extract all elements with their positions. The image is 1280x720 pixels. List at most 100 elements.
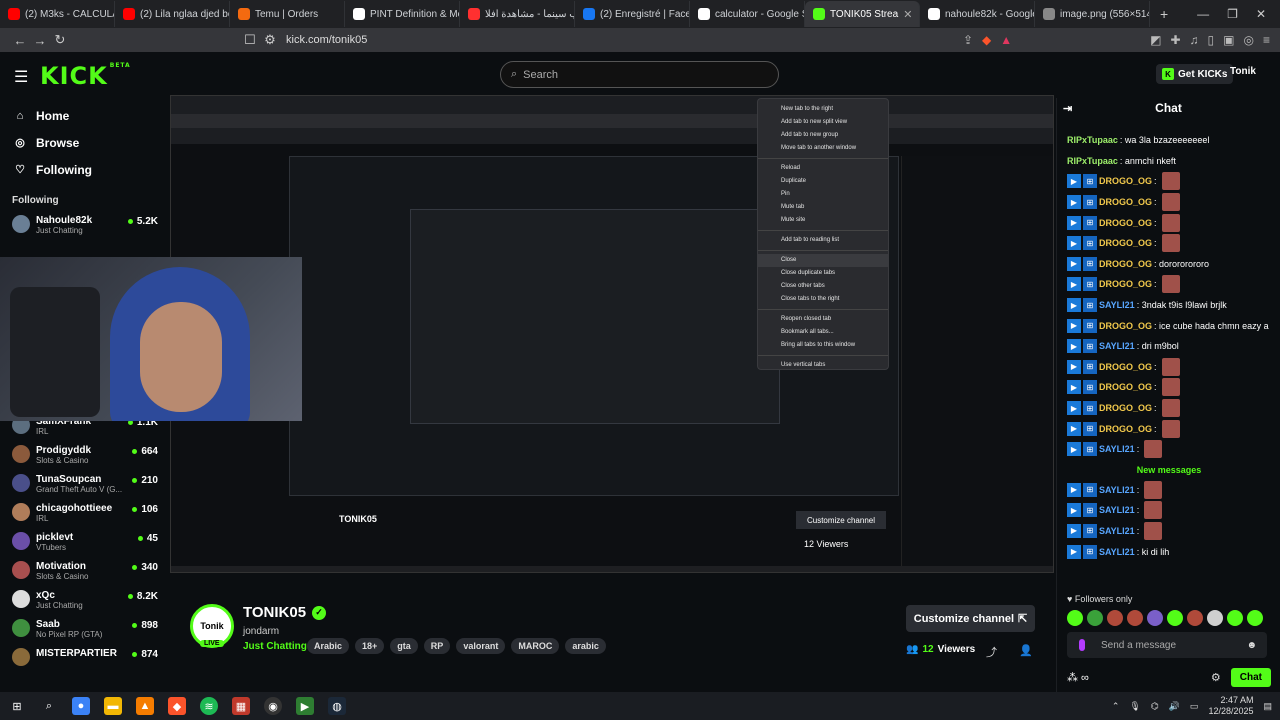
emote-1[interactable] [1067,610,1083,626]
battery-icon[interactable]: ▭ [1190,701,1199,712]
chat-settings-icon[interactable]: ⚙ [1211,671,1221,684]
chat-username[interactable]: DROGO_OG [1099,382,1152,392]
following-channel[interactable]: TunaSoupcan Grand Theft Auto V (G... 210 [0,471,170,500]
emote-9[interactable] [1227,610,1243,626]
media-player-icon[interactable]: ▶ [296,697,314,715]
browser-tab[interactable]: image.png (556×514) [1035,1,1150,27]
url-field[interactable]: kick.com/tonik05 [286,34,367,46]
user-avatar[interactable]: Tonik [1230,66,1256,77]
chat-username[interactable]: SAYLI21 [1099,526,1135,536]
emote-5[interactable] [1147,610,1163,626]
chat-username[interactable]: DROGO_OG [1099,321,1152,331]
chat-username[interactable]: DROGO_OG [1099,362,1152,372]
chat-username[interactable]: DROGO_OG [1099,218,1152,228]
minimize-icon[interactable]: — [1197,7,1209,21]
tray-chevron-icon[interactable]: ⌃ [1112,701,1120,712]
following-channel[interactable]: Prodigyddk Slots & Casino 664 [0,442,170,471]
close-window-icon[interactable]: ✕ [1256,7,1266,21]
reload-icon[interactable]: ↻ [50,32,70,48]
sidebar-nav-following[interactable]: ♡ Following [0,156,170,183]
brave-icon[interactable]: ◆ [168,697,186,715]
vpn-icon[interactable]: ◎ [1244,33,1254,47]
customize-channel-button[interactable]: Customize channel ⇱ [906,605,1035,632]
channel-tag[interactable]: RP [423,638,451,654]
browser-tab[interactable]: (2) Enregistré | Facebo [575,1,690,27]
channel-tag[interactable]: MAROC [511,638,560,654]
share-icon[interactable]: ⇪ [963,33,973,47]
clock[interactable]: 2:47 AM 12/28/2025 [1208,695,1253,717]
chat-username[interactable]: SAYLI21 [1099,505,1135,515]
following-channel[interactable]: picklevt VTubers 45 [0,529,170,558]
extension-icon[interactable]: ◩ [1150,33,1161,47]
chat-username[interactable]: DROGO_OG [1099,238,1152,248]
chat-username[interactable]: SAYLI21 [1099,547,1135,557]
sidebar-icon[interactable]: ▯ [1208,33,1215,47]
mic-tray-icon[interactable]: 🎙 [1129,701,1140,712]
close-tab-icon[interactable]: ✕ [903,8,912,21]
channel-tag[interactable]: arabic [565,638,606,654]
browser-tab[interactable]: nahoule82k - Google S [920,1,1035,27]
following-channel[interactable]: Motivation Slots & Casino 340 [0,558,170,587]
new-messages-divider[interactable]: New messages [1057,460,1280,480]
browser-tab[interactable]: توب سينما - مشاهدة افلا [460,1,575,27]
search-taskbar-icon[interactable]: ⌕ [40,697,58,715]
hamburger-icon[interactable]: ☰ [14,67,28,87]
channel-tag[interactable]: valorant [456,638,506,654]
browser-tab[interactable]: TONIK05 Strea ✕ [805,1,920,27]
browser-tab[interactable]: (2) Lila nglaa djed bout [115,1,230,27]
emote-7[interactable] [1187,610,1203,626]
following-channel[interactable]: Saab No Pixel RP (GTA) 898 [0,616,170,645]
browser-tab[interactable]: calculator - Google Sea [690,1,805,27]
send-chat-button[interactable]: Chat [1230,667,1271,687]
bookmark-icon[interactable]: ☐ [240,32,260,48]
notifications-icon[interactable]: ▤ [1263,701,1272,712]
emote-2[interactable] [1087,610,1103,626]
forward-icon[interactable]: → [30,33,50,48]
follow-user-icon[interactable]: 👤 [1019,644,1033,660]
following-channel[interactable]: xQc Just Chatting 8.2K [0,587,170,616]
spotify-icon[interactable]: ≋ [200,697,218,715]
voicemod-icon[interactable]: ▦ [232,697,250,715]
get-kicks-button[interactable]: K Get KICKs [1156,64,1234,84]
following-channel[interactable]: chicagohottieee IRL 106 [0,500,170,529]
sidebar-nav-browse[interactable]: ◎ Browse [0,129,170,156]
emote-8[interactable] [1207,610,1223,626]
sidebar-nav-home[interactable]: ⌂ Home [0,102,170,129]
emote-4[interactable] [1127,610,1143,626]
browser-tab[interactable]: (2) M3ks - CALCULATR [0,1,115,27]
following-channel[interactable]: Nahoule82k Just Chatting 5.2K [0,212,170,241]
browser-tab[interactable]: PINT Definition & Mea [345,1,460,27]
channel-category[interactable]: Just Chatting [243,641,307,652]
chat-username[interactable]: RIPxTupaac [1067,156,1118,166]
chat-username[interactable]: DROGO_OG [1099,197,1152,207]
maximize-icon[interactable]: ❐ [1227,7,1238,21]
chat-extras-icon[interactable]: ⁂ ∞ [1067,671,1089,684]
chat-username[interactable]: DROGO_OG [1099,259,1152,269]
media-icon[interactable]: ♫ [1190,33,1199,47]
chat-username[interactable]: DROGO_OG [1099,403,1152,413]
volume-icon[interactable]: 🔊 [1169,701,1180,712]
emoji-icon[interactable]: ☻ [1246,640,1257,651]
chat-username[interactable]: SAYLI21 [1099,444,1135,454]
windows-start-icon[interactable]: ⊞ [8,697,26,715]
menu-icon[interactable]: ≡ [1263,33,1270,47]
search-input[interactable]: ⌕ Search [500,61,779,88]
chat-username[interactable]: SAYLI21 [1099,341,1135,351]
site-info-icon[interactable]: ⚙ [260,32,280,48]
channel-tag[interactable]: Arabic [307,638,350,654]
emote-6[interactable] [1167,610,1183,626]
chat-username[interactable]: SAYLI21 [1099,485,1135,495]
following-channel[interactable]: MISTERPARTIER 874 [0,645,170,674]
back-icon[interactable]: ← [10,33,30,48]
steam-icon[interactable]: ◍ [328,697,346,715]
chat-username[interactable]: DROGO_OG [1099,176,1152,186]
kick-logo[interactable]: KICK BETA [40,62,131,90]
channel-tag[interactable]: gta [390,638,418,654]
app-icon-1[interactable]: ● [72,697,90,715]
stream-video[interactable]: New tab to the right Add tab to new split… [170,95,1054,573]
vlc-icon[interactable]: ▲ [136,697,154,715]
collapse-chat-icon[interactable]: ⇥ [1063,102,1072,115]
emote-10[interactable] [1247,610,1263,626]
wallet-icon[interactable]: ▣ [1223,33,1234,47]
channel-name[interactable]: TONIK05 ✓ [243,604,327,621]
